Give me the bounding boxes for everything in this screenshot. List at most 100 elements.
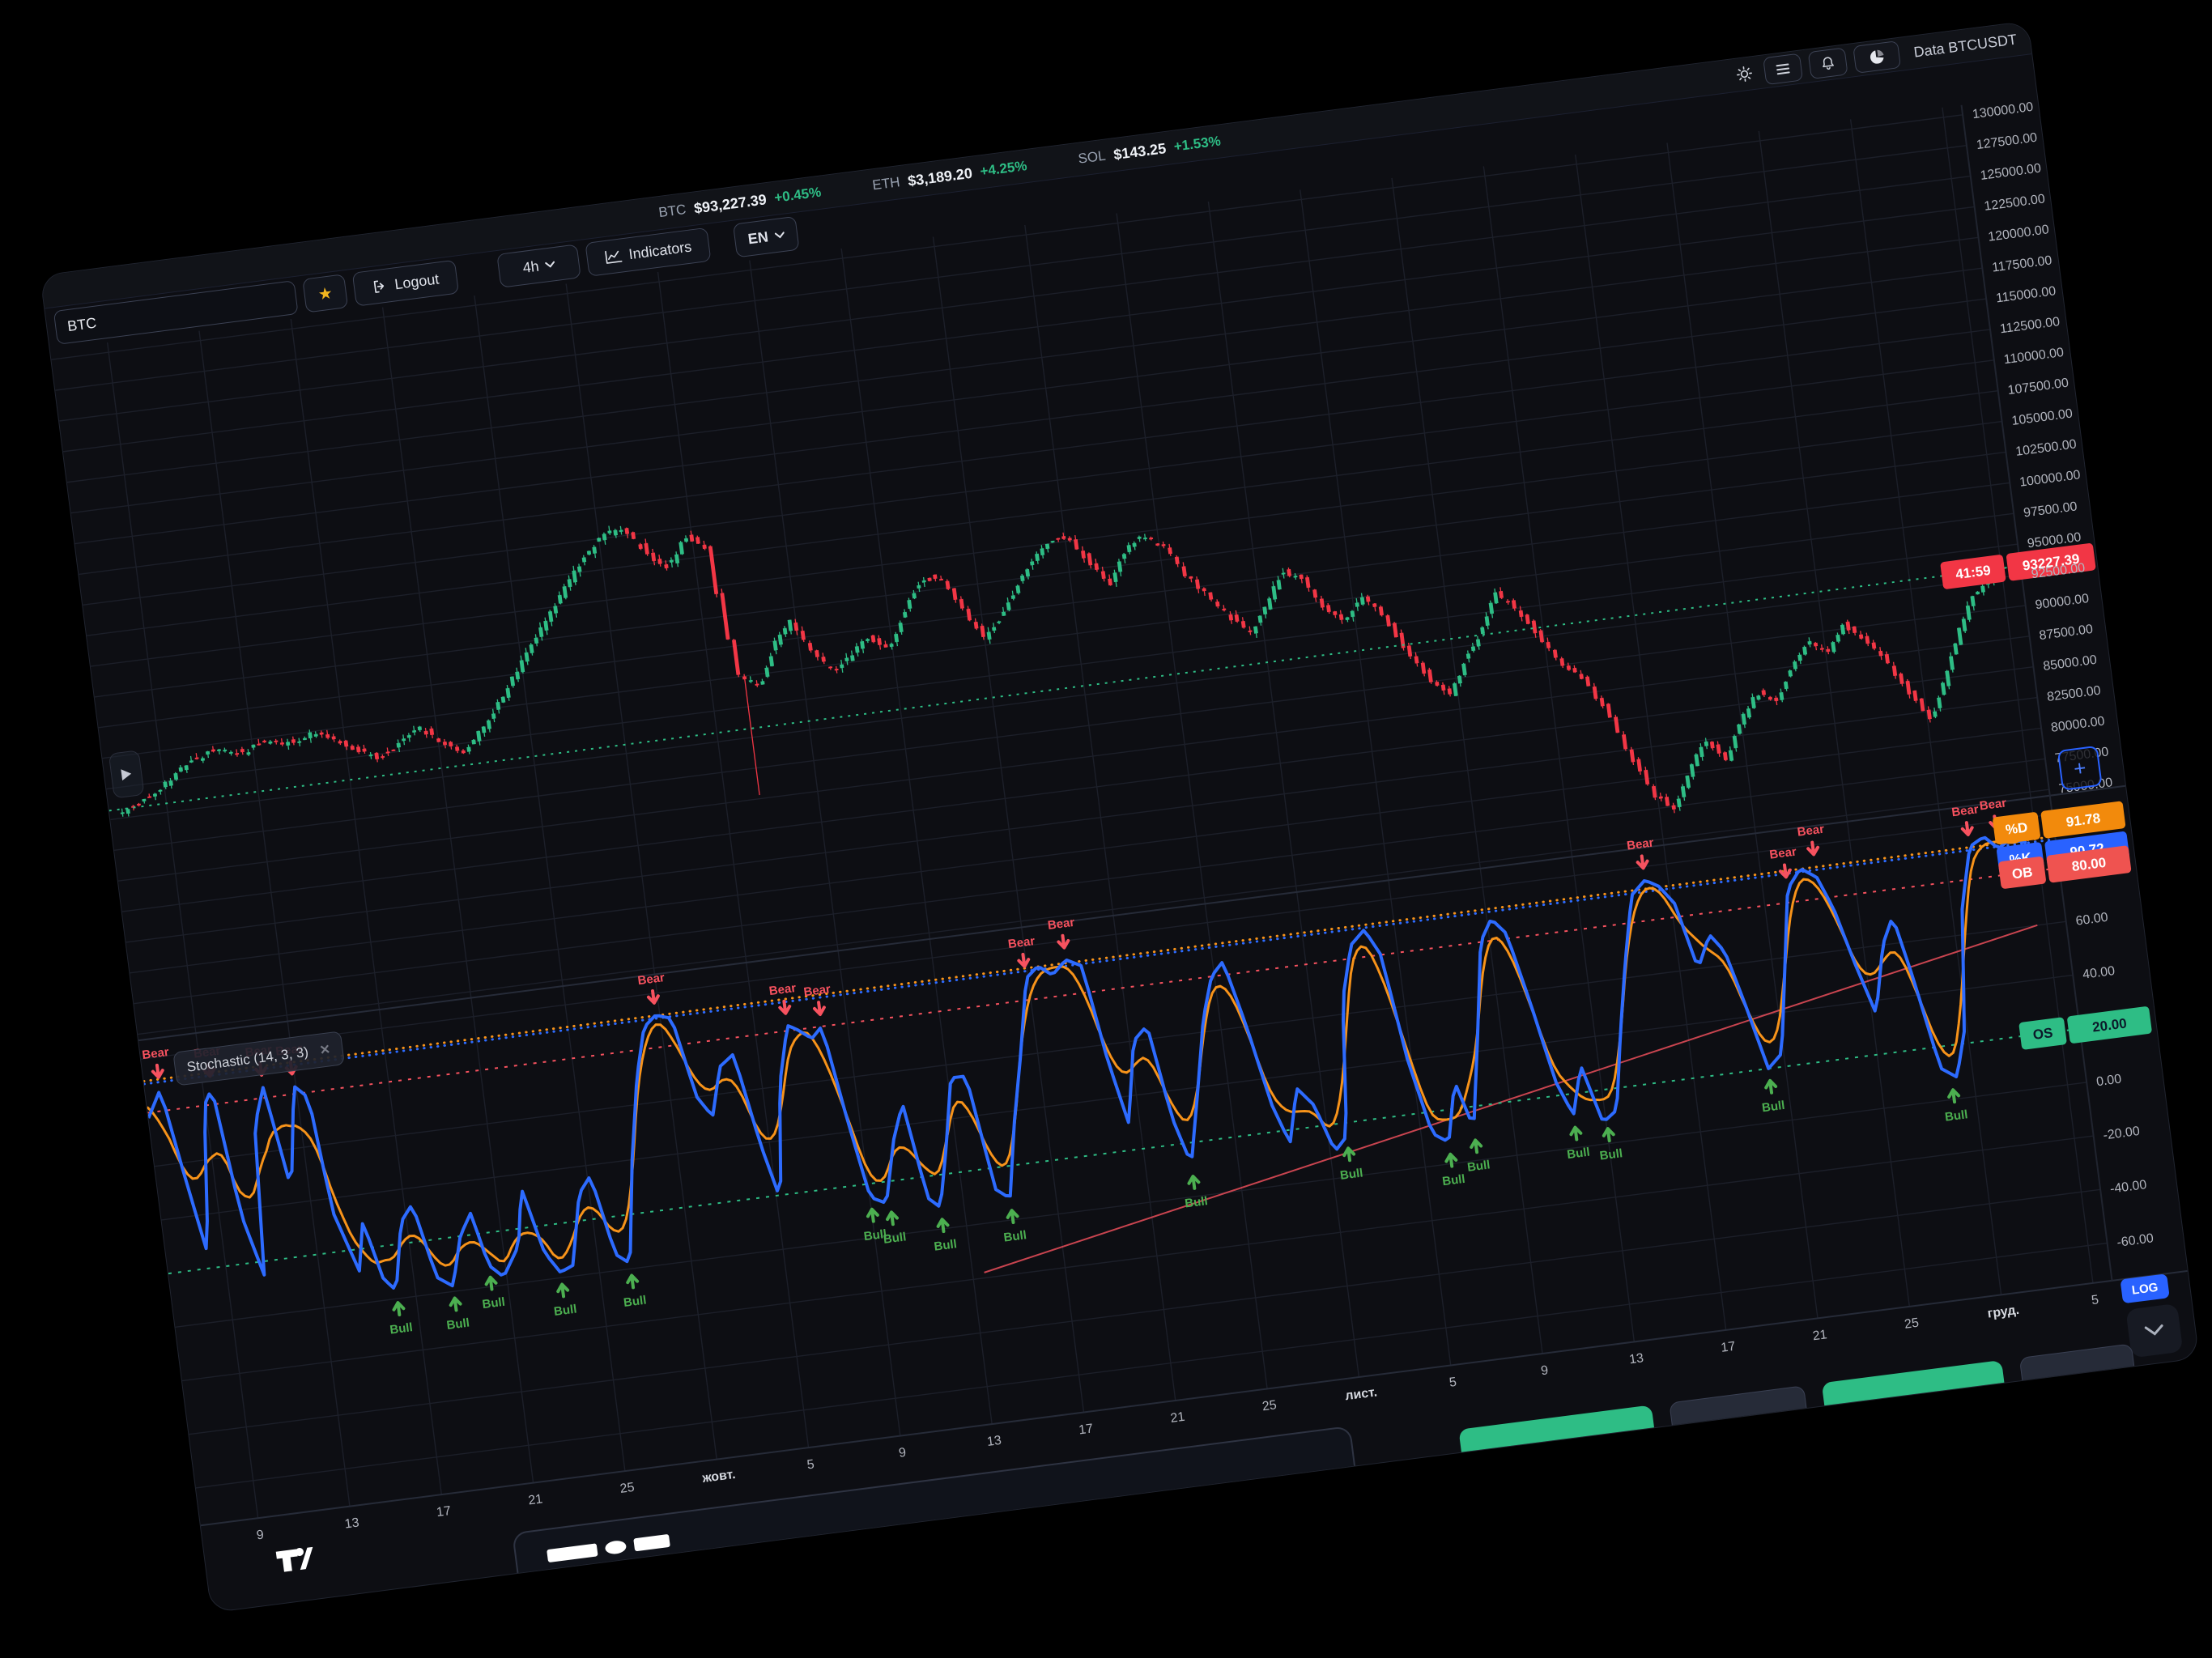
ticker-price: $3,189.20 — [907, 164, 973, 189]
candle-body — [602, 534, 607, 540]
price-axis[interactable]: 130000.00127500.00125000.00122500.001200… — [1972, 100, 2179, 1250]
candle-body — [286, 742, 290, 746]
grid-line-vertical — [474, 295, 625, 1471]
bull-label: Bull — [482, 1295, 506, 1312]
bear-label: Bear — [1626, 835, 1654, 852]
grid-line-horizontal — [79, 329, 1990, 574]
bear-arrow-icon — [1780, 865, 1791, 878]
time-axis-label: 21 — [527, 1492, 543, 1507]
trading-app-window: BTC $93,227.39 +0.45%ETH $3,189.20 +4.25… — [40, 20, 2200, 1613]
time-axis-label: 5 — [1448, 1375, 1457, 1390]
candle-body — [476, 731, 481, 742]
candle-body — [374, 753, 379, 760]
candle-body — [1277, 580, 1282, 589]
candle-body — [987, 631, 992, 640]
candle-body — [1672, 805, 1676, 810]
candle-wick — [1145, 534, 1146, 542]
candle-body — [1784, 682, 1789, 689]
candle-body — [462, 750, 466, 754]
candle-body — [1271, 586, 1277, 600]
candle-body — [1480, 627, 1485, 635]
ticker-symbol: ETH — [871, 174, 900, 193]
logout-label: Logout — [393, 270, 440, 293]
candle-body — [1872, 642, 1877, 648]
candle-body — [1814, 643, 1818, 647]
candle-body — [1750, 697, 1756, 708]
time-axis-label: 25 — [1904, 1316, 1920, 1332]
price-axis-label: 97500.00 — [2023, 500, 2078, 520]
price-axis-label: 80000.00 — [2050, 714, 2105, 734]
candle-body — [510, 676, 515, 686]
timeframe-select[interactable]: 4h — [496, 244, 581, 287]
bear-arrow-icon — [814, 1001, 825, 1014]
candle-body — [1853, 627, 1857, 634]
candle-body — [251, 745, 255, 748]
candle-body — [1379, 606, 1384, 615]
candle-body — [1920, 698, 1925, 711]
candle-body — [1222, 608, 1226, 610]
candle-body — [1248, 631, 1252, 633]
candle-body — [487, 721, 491, 729]
candle-body — [793, 623, 798, 631]
time-axis-label: 13 — [344, 1516, 360, 1531]
menu-icon[interactable] — [1763, 53, 1803, 86]
candle-body — [1949, 656, 1955, 670]
candle-body — [1746, 708, 1751, 718]
candle-body — [1006, 602, 1011, 610]
candle-body — [840, 664, 844, 668]
candle-body — [1149, 538, 1153, 540]
candle-body — [877, 638, 882, 645]
collapse-panel-button[interactable] — [2125, 1303, 2183, 1358]
candle-body — [1333, 611, 1337, 615]
candle-body — [297, 741, 301, 743]
language-select[interactable]: EN — [733, 216, 800, 258]
candle-body — [351, 746, 355, 750]
candle-body — [391, 750, 395, 752]
bull-label: Bull — [883, 1230, 907, 1246]
tradingview-logo[interactable] — [274, 1544, 317, 1580]
candle-body — [1351, 610, 1355, 617]
add-alert-plus-button[interactable]: + — [2057, 746, 2103, 791]
candle-body — [1493, 592, 1498, 603]
candle-body — [1299, 574, 1303, 579]
grid-line-vertical — [1025, 225, 1176, 1401]
favorite-star-icon[interactable]: ★ — [302, 274, 348, 312]
candle-body — [1122, 554, 1127, 559]
candle-body — [638, 544, 642, 549]
candle-body — [179, 767, 183, 772]
candle-body — [240, 749, 245, 753]
data-source-label: Data BTCUSDT — [1912, 31, 2018, 61]
candle-body — [235, 753, 239, 755]
language-value: EN — [747, 228, 769, 248]
candle-body — [397, 743, 401, 748]
price-axis-label: 112500.00 — [1999, 315, 2061, 336]
candle-body — [912, 593, 917, 598]
close-icon[interactable]: ✕ — [318, 1041, 331, 1059]
candle-wick — [744, 674, 759, 795]
candle-body — [1729, 750, 1733, 761]
grid-line-horizontal — [74, 299, 1986, 543]
overbought-line — [148, 868, 2060, 1112]
time-axis-label: 17 — [1721, 1340, 1737, 1355]
candle-body — [1040, 548, 1044, 555]
bear-label: Bear — [1007, 934, 1036, 951]
candle-body — [664, 564, 668, 568]
candle-body — [211, 749, 215, 751]
candle-body — [1030, 561, 1034, 565]
replay-play-button[interactable] — [108, 750, 145, 798]
grid-line-horizontal — [130, 728, 2041, 972]
candle-body — [732, 640, 740, 675]
candle-body — [959, 599, 964, 609]
bell-icon[interactable] — [1808, 47, 1848, 79]
candle-body — [1326, 605, 1331, 612]
pane-divider — [138, 786, 2125, 1040]
candle-body — [568, 579, 572, 587]
candle-body — [1820, 648, 1824, 650]
time-axis[interactable]: 913172125жовт.5913172125лист.5913172125г… — [256, 1293, 2099, 1542]
grid-line-vertical — [199, 331, 350, 1507]
candle-body — [1215, 602, 1220, 606]
grid-line-vertical — [108, 342, 258, 1518]
candle-body — [1372, 603, 1376, 607]
pie-chart-icon[interactable] — [1853, 40, 1901, 74]
theme-sun-icon[interactable] — [1731, 60, 1759, 89]
